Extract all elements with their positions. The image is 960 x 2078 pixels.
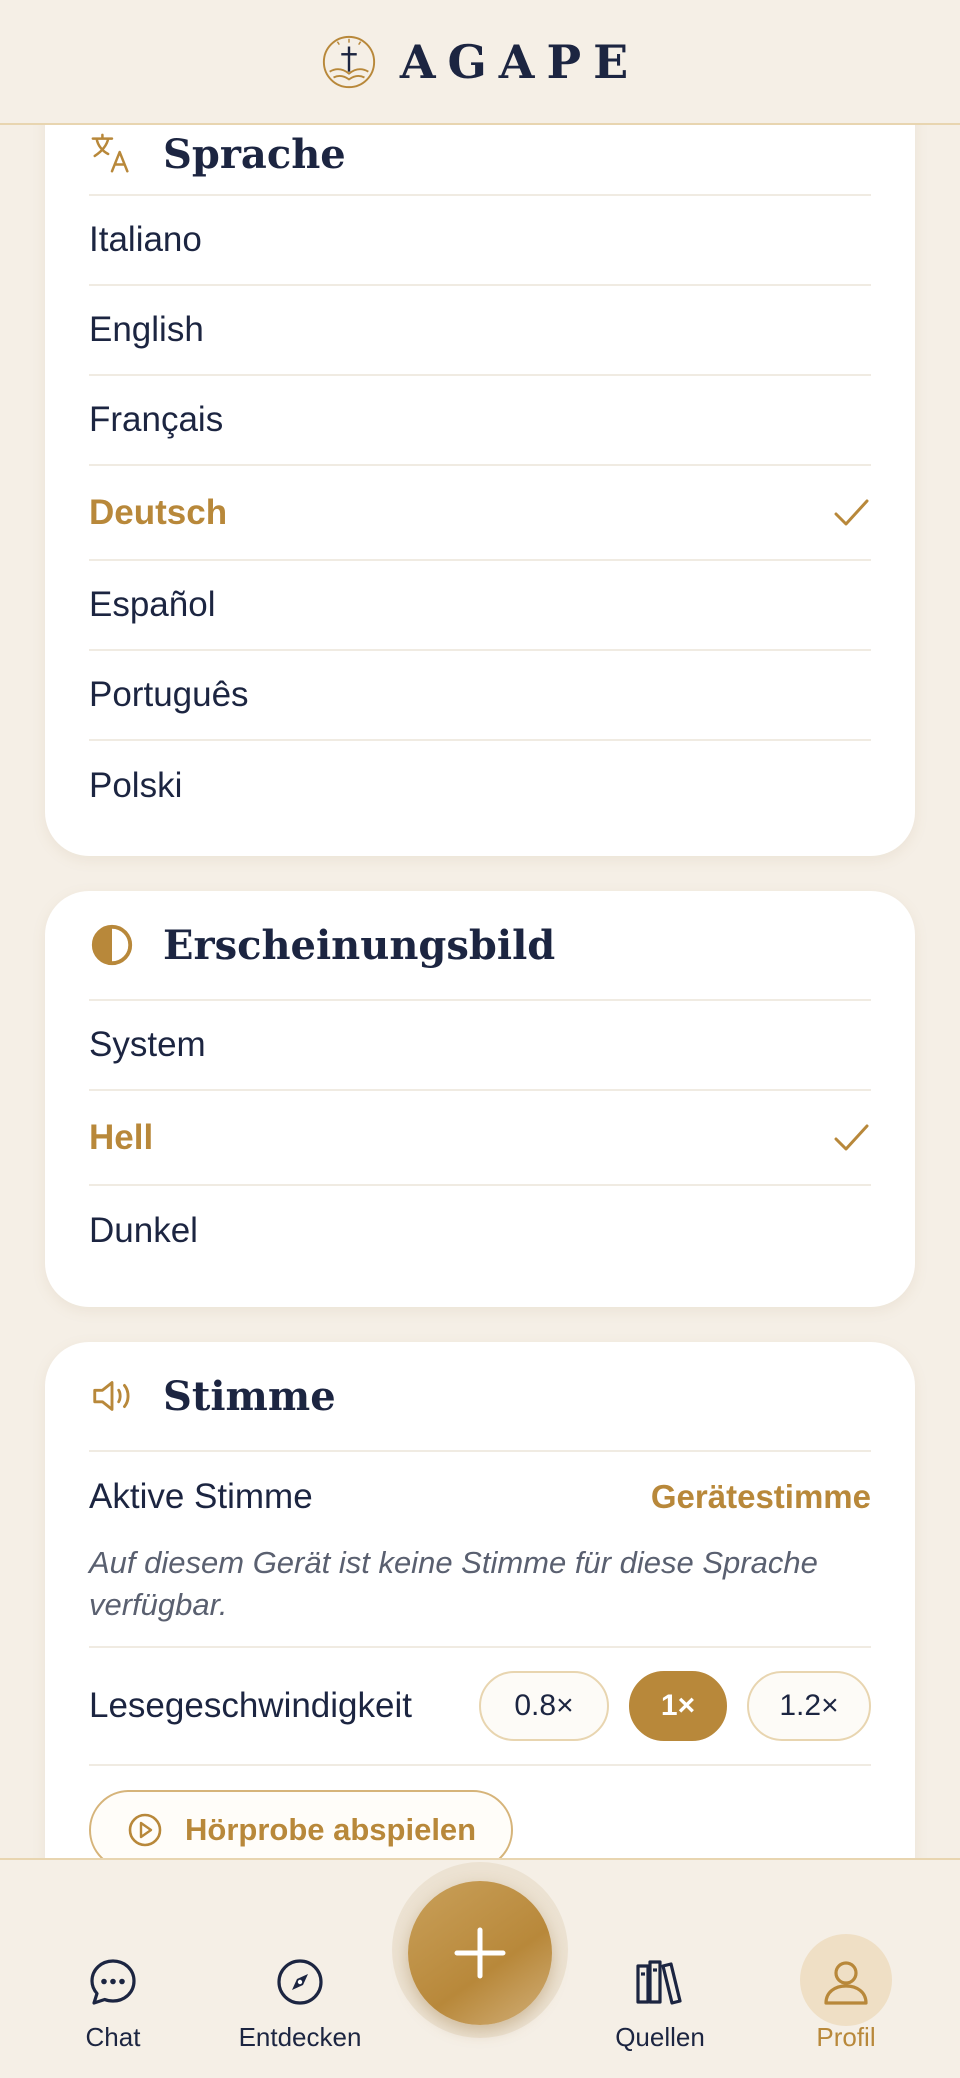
person-icon	[824, 1961, 868, 2005]
language-option-italiano[interactable]: Italiano	[89, 196, 871, 286]
tab-chat-label: Chat	[85, 2022, 141, 2052]
checkmark-icon	[834, 499, 869, 525]
appearance-option-label: Dunkel	[89, 1211, 198, 1250]
appearance-option-dunkel[interactable]: Dunkel	[89, 1186, 871, 1276]
appearance-option-hell[interactable]: Hell	[89, 1091, 871, 1186]
voice-card-header: Stimme	[89, 1342, 871, 1452]
tab-sources[interactable]: Quellen	[580, 1860, 740, 2078]
tab-chat[interactable]: Chat	[33, 1860, 193, 2078]
play-sample-label: Hörprobe abspielen	[185, 1812, 477, 1847]
active-voice-value[interactable]: Gerätestimme	[651, 1478, 871, 1516]
language-option-label: Français	[89, 400, 224, 439]
language-title: Sprache	[163, 130, 346, 178]
contrast-icon	[91, 924, 133, 966]
language-card: Sprache Italiano English Français Deutsc…	[45, 80, 915, 856]
tab-discover-label: Entdecken	[238, 2022, 362, 2052]
appearance-card: Erscheinungsbild System Hell Dunkel	[45, 891, 915, 1307]
app-title: AGAPE	[399, 34, 641, 89]
active-voice-label: Aktive Stimme	[89, 1477, 313, 1516]
language-option-english[interactable]: English	[89, 286, 871, 376]
language-option-label: Deutsch	[89, 492, 228, 532]
language-option-label: Italiano	[89, 220, 202, 259]
translate-icon	[91, 133, 129, 173]
compass-icon	[277, 1959, 323, 2005]
appearance-option-system[interactable]: System	[89, 1001, 871, 1091]
appearance-option-label: System	[89, 1025, 206, 1064]
voice-unavailable-note: Auf diesem Gerät ist keine Stimme für di…	[89, 1542, 871, 1648]
speaker-icon	[93, 1381, 130, 1411]
play-circle-icon	[128, 1813, 162, 1847]
tab-profile[interactable]: Profil	[766, 1860, 926, 2078]
voice-title: Stimme	[163, 1372, 336, 1420]
new-chat-fab[interactable]	[408, 1881, 552, 2025]
agape-logo-icon	[322, 35, 375, 88]
voice-card: Stimme Aktive Stimme Gerätestimme Auf di…	[45, 1342, 915, 1942]
language-option-label: Português	[89, 675, 249, 714]
tab-profile-label: Profil	[816, 2022, 876, 2052]
language-option-francais[interactable]: Français	[89, 376, 871, 466]
language-option-label: English	[89, 310, 204, 349]
speed-option-1-2x[interactable]: 1.2×	[747, 1671, 871, 1741]
tab-discover[interactable]: Entdecken	[220, 1860, 380, 2078]
language-option-label: Polski	[89, 766, 183, 805]
language-option-polski[interactable]: Polski	[89, 741, 871, 831]
plus-icon	[454, 1927, 506, 1979]
speed-option-0-8x[interactable]: 0.8×	[479, 1671, 609, 1741]
active-voice-row[interactable]: Aktive Stimme Gerätestimme	[89, 1452, 871, 1542]
books-icon	[636, 1960, 682, 2005]
reading-speed-row: Lesegeschwindigkeit 0.8× 1× 1.2×	[89, 1648, 871, 1766]
appearance-option-label: Hell	[89, 1117, 154, 1157]
reading-speed-label: Lesegeschwindigkeit	[89, 1686, 412, 1725]
appearance-title: Erscheinungsbild	[163, 921, 556, 969]
app-header: AGAPE	[0, 0, 960, 125]
speed-options: 0.8× 1× 1.2×	[479, 1671, 871, 1741]
checkmark-icon	[834, 1124, 869, 1150]
chat-bubble-icon	[90, 1959, 136, 2005]
language-option-portugues[interactable]: Português	[89, 651, 871, 741]
tab-sources-label: Quellen	[615, 2022, 705, 2052]
language-option-deutsch[interactable]: Deutsch	[89, 466, 871, 561]
language-option-label: Español	[89, 585, 216, 624]
appearance-card-header: Erscheinungsbild	[89, 891, 871, 1001]
language-option-espanol[interactable]: Español	[89, 561, 871, 651]
speed-option-1x[interactable]: 1×	[629, 1671, 727, 1741]
